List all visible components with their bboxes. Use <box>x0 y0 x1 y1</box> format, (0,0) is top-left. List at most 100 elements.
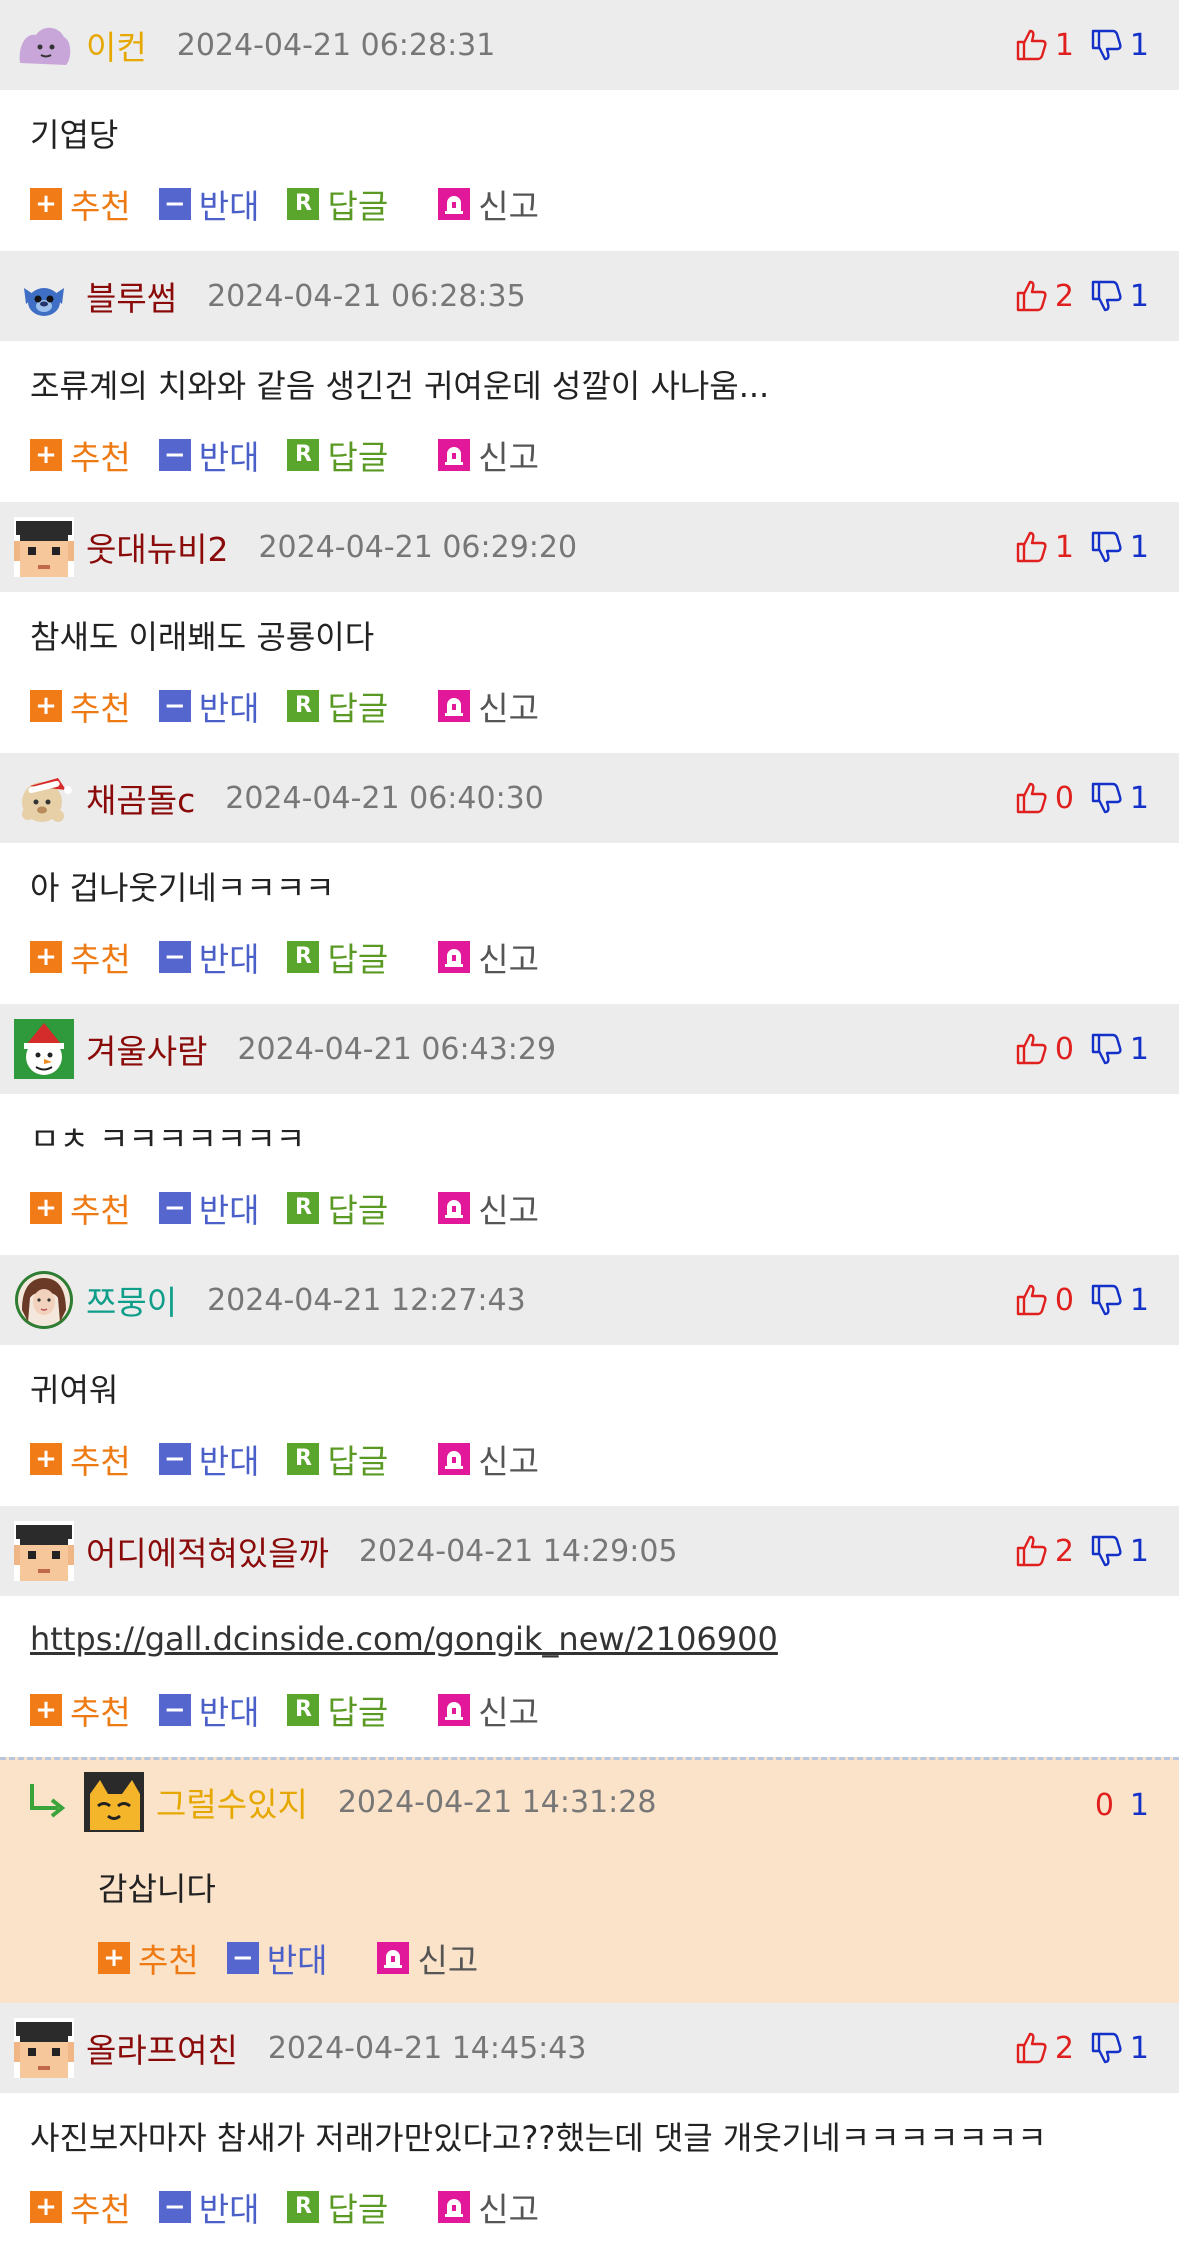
thumbs-up-icon[interactable] <box>1015 279 1049 313</box>
reply-label: 답글 <box>327 187 389 226</box>
reply-button[interactable]: R 답글 <box>287 1184 388 1232</box>
recommend-label: 추천 <box>70 1442 131 1481</box>
nickname[interactable]: 쯔뭉이 <box>86 1276 177 1324</box>
recommend-button[interactable]: + 추천 <box>30 682 131 730</box>
siren-icon <box>438 439 471 471</box>
vote-counts: 21 <box>1015 1506 1149 1596</box>
report-button[interactable]: 신고 <box>438 1686 539 1734</box>
thumbs-up-icon[interactable] <box>1015 781 1049 815</box>
comment-header: 블루썸 2024-04-21 06:28:35 2 1 <box>0 251 1179 341</box>
oppose-button[interactable]: − 반대 <box>158 682 259 730</box>
comment-item: 웃대뉴비2 2024-04-21 06:29:20 1 1 참새도 이래봬도 공룡이다 +… <box>0 502 1179 753</box>
santa-bear-avatar-icon[interactable] <box>14 768 74 828</box>
plus-icon: + <box>30 1443 62 1475</box>
stitch-avatar-icon[interactable] <box>14 266 74 326</box>
comment-header: 그럴수있지 2024-04-21 14:31:28 0 1 <box>0 1760 1179 1844</box>
thumbs-down-icon[interactable] <box>1090 279 1124 313</box>
comment-text: 아 겁나웃기네ㅋㅋㅋㅋ <box>30 869 335 907</box>
plus-icon: + <box>30 439 62 471</box>
plus-icon: + <box>98 1942 130 1974</box>
comment-actions: + 추천 − 반대 R 답글 신고 <box>0 176 1179 251</box>
pixel-face-avatar-icon[interactable] <box>14 517 74 577</box>
report-button[interactable]: 신고 <box>438 2183 539 2231</box>
nickname[interactable]: 채곰돌c <box>86 774 195 822</box>
report-button[interactable]: 신고 <box>377 1934 478 1982</box>
pixel-face-avatar-icon[interactable] <box>14 1521 74 1581</box>
thumbs-down-icon[interactable] <box>1090 1534 1124 1568</box>
recommend-button[interactable]: + 추천 <box>30 1184 131 1232</box>
reply-label: 답글 <box>327 438 389 477</box>
thumbs-up-icon[interactable] <box>1015 1032 1049 1066</box>
oppose-label: 반대 <box>198 2190 260 2229</box>
snowman-avatar-icon[interactable] <box>14 1019 74 1079</box>
siren-icon <box>438 1694 471 1726</box>
comment-header: 이컨 2024-04-21 06:28:31 1 1 <box>0 0 1179 90</box>
reply-label: 답글 <box>327 1191 389 1230</box>
recommend-button[interactable]: + 추천 <box>30 180 131 228</box>
report-button[interactable]: 신고 <box>438 682 539 730</box>
siren-icon <box>438 1443 471 1475</box>
reply-button[interactable]: R 답글 <box>287 1435 388 1483</box>
comment-date: 2024-04-21 06:29:20 <box>258 529 578 565</box>
recommend-button[interactable]: + 추천 <box>98 1934 199 1982</box>
thumbs-up-icon[interactable] <box>1015 2031 1049 2065</box>
recommend-button[interactable]: + 추천 <box>30 431 131 479</box>
nickname[interactable]: 블루썸 <box>86 272 177 320</box>
thumbs-down-icon[interactable] <box>1090 2031 1124 2065</box>
oppose-button[interactable]: − 반대 <box>158 1435 259 1483</box>
oppose-button[interactable]: − 반대 <box>158 2183 260 2231</box>
reply-r-icon: R <box>287 941 320 973</box>
downvote-count: 1 <box>1129 2030 1149 2066</box>
thumbs-up-icon[interactable] <box>1015 1283 1049 1317</box>
thumbs-down-icon[interactable] <box>1090 781 1124 815</box>
comment-link[interactable]: https://gall.dcinside.com/gongik_new/210… <box>30 1620 778 1658</box>
nickname[interactable]: 그럴수있지 <box>156 1778 308 1826</box>
thumbs-up-icon[interactable] <box>1015 530 1049 564</box>
vote-counts: 11 <box>1015 502 1149 592</box>
report-button[interactable]: 신고 <box>438 933 539 981</box>
thumbs-down-icon[interactable] <box>1090 1032 1124 1066</box>
nickname[interactable]: 올라프여친 <box>86 2024 238 2072</box>
reply-button[interactable]: R 답글 <box>287 682 388 730</box>
oppose-button[interactable]: − 반대 <box>158 431 259 479</box>
oppose-button[interactable]: − 반대 <box>158 1184 260 1232</box>
recommend-button[interactable]: + 추천 <box>30 2183 131 2231</box>
report-label: 신고 <box>478 1191 539 1230</box>
ditto-avatar-icon[interactable] <box>14 15 74 75</box>
reply-button[interactable]: R 답글 <box>287 933 388 981</box>
thumbs-down-icon[interactable] <box>1090 1283 1124 1317</box>
report-button[interactable]: 신고 <box>438 431 539 479</box>
thumbs-down-icon[interactable] <box>1090 530 1124 564</box>
oppose-button[interactable]: − 반대 <box>158 933 259 981</box>
portrait-avatar-icon[interactable] <box>14 1270 74 1330</box>
nickname[interactable]: 이컨 <box>86 21 147 69</box>
reply-button[interactable]: R 답글 <box>287 2183 388 2231</box>
nickname[interactable]: 어디에적혀있을까 <box>86 1527 329 1575</box>
minus-icon: − <box>158 439 191 471</box>
pixel-face-avatar-icon[interactable] <box>14 2018 74 2078</box>
downvote-count: 1 <box>1129 1282 1149 1318</box>
vote-counts: 01 <box>1015 1004 1149 1094</box>
reply-button[interactable]: R 답글 <box>287 1686 388 1734</box>
minus-icon: − <box>158 690 191 722</box>
thumbs-up-icon[interactable] <box>1015 1534 1049 1568</box>
recommend-button[interactable]: + 추천 <box>30 1435 131 1483</box>
oppose-label: 반대 <box>198 1191 260 1230</box>
nickname[interactable]: 웃대뉴비2 <box>86 523 228 571</box>
recommend-button[interactable]: + 추천 <box>30 933 131 981</box>
oppose-button[interactable]: − 반대 <box>158 180 259 228</box>
reply-button[interactable]: R 답글 <box>287 180 388 228</box>
thumbs-up-icon[interactable] <box>1015 28 1049 62</box>
reply-r-icon: R <box>287 2191 320 2223</box>
report-button[interactable]: 신고 <box>438 1184 539 1232</box>
cat-avatar-icon[interactable] <box>84 1772 144 1832</box>
report-button[interactable]: 신고 <box>438 1435 539 1483</box>
nickname[interactable]: 겨울사람 <box>86 1025 207 1073</box>
oppose-button[interactable]: − 반대 <box>158 1686 259 1734</box>
thumbs-down-icon[interactable] <box>1090 28 1124 62</box>
reply-button[interactable]: R 답글 <box>287 431 388 479</box>
recommend-button[interactable]: + 추천 <box>30 1686 131 1734</box>
upvote-count: 2 <box>1054 1533 1074 1569</box>
oppose-button[interactable]: − 반대 <box>226 1934 327 1982</box>
report-button[interactable]: 신고 <box>438 180 539 228</box>
